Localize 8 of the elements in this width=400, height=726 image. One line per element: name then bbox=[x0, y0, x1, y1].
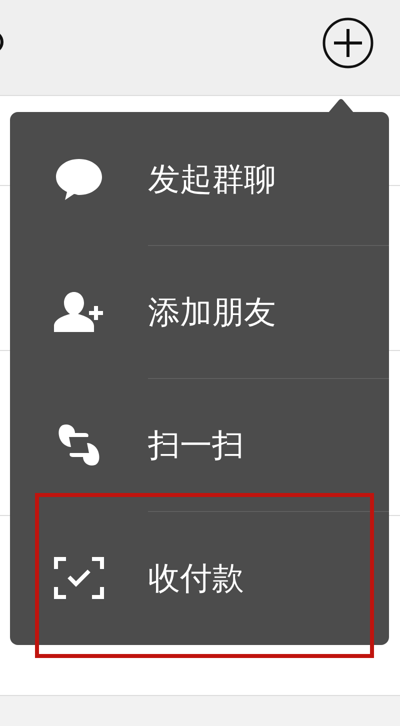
scan-check-icon bbox=[54, 556, 104, 598]
menu-item[interactable]: 添加朋友 bbox=[148, 288, 276, 336]
menu-item[interactable]: 发起群聊 bbox=[148, 154, 276, 202]
menu-item[interactable]: 收付款 bbox=[148, 554, 244, 602]
add-person-icon bbox=[52, 290, 106, 334]
add-icon[interactable] bbox=[322, 17, 374, 69]
menu-item[interactable]: 扫一扫 bbox=[148, 421, 244, 469]
chat-bubble-icon bbox=[54, 156, 104, 200]
